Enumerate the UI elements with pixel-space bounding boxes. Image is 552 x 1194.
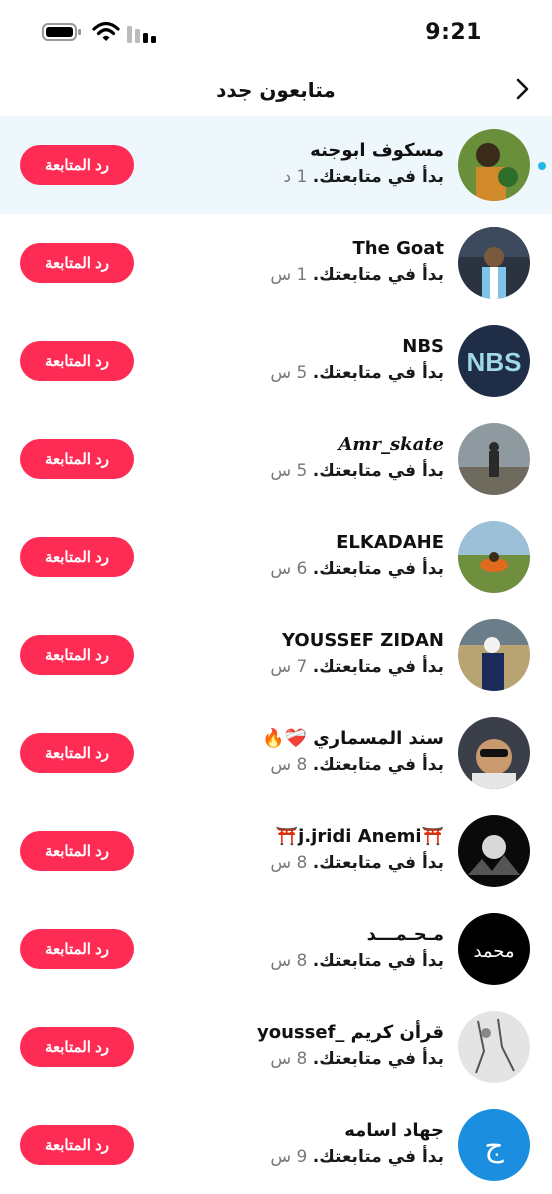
avatar-text: محمد — [473, 941, 514, 962]
follow-back-button[interactable]: رد المتابعة — [20, 635, 134, 675]
status-bar: 9:21 — [0, 0, 552, 64]
avatar[interactable]: ج — [458, 1109, 530, 1181]
status-time: 9:21 — [425, 20, 482, 45]
follow-action-text: بدأ في متابعتك. — [312, 951, 444, 971]
follower-row[interactable]: The Goat بدأ في متابعتك. 1 س رد المتابعة — [0, 214, 552, 312]
followers-list: مسكوف ابوجنه بدأ في متابعتك. 1 د رد المت… — [0, 116, 552, 1194]
avatar[interactable] — [458, 227, 530, 299]
avatar[interactable] — [458, 423, 530, 495]
follower-row[interactable]: سند المسماري ❤️‍🩹🔥 بدأ في متابعتك. 8 س ر… — [0, 704, 552, 802]
follower-row[interactable]: قرأن كريم _youssef بدأ في متابعتك. 8 س ر… — [0, 998, 552, 1096]
follower-name[interactable]: قرأن كريم _youssef — [144, 1022, 444, 1043]
timestamp: 5 س — [270, 363, 308, 383]
avatar[interactable]: NBS — [458, 325, 530, 397]
follower-row[interactable]: ELKADAHE بدأ في متابعتك. 6 س رد المتابعة — [0, 508, 552, 606]
timestamp: 8 س — [270, 853, 308, 873]
timestamp: 1 د — [283, 167, 308, 187]
follow-back-button[interactable]: رد المتابعة — [20, 145, 134, 185]
timestamp: 8 س — [270, 1049, 308, 1069]
follow-action-text: بدأ في متابعتك. — [312, 755, 444, 775]
timestamp: 8 س — [270, 755, 308, 775]
follow-back-button[interactable]: رد المتابعة — [20, 1125, 134, 1165]
avatar[interactable] — [458, 717, 530, 789]
back-chevron-icon[interactable] — [510, 76, 536, 102]
follow-action-text: بدأ في متابعتك. — [312, 559, 444, 579]
follow-back-button[interactable]: رد المتابعة — [20, 243, 134, 283]
follow-back-button[interactable]: رد المتابعة — [20, 929, 134, 969]
follower-row[interactable]: YOUSSEF ZIDAN بدأ في متابعتك. 7 س رد الم… — [0, 606, 552, 704]
follow-action-text: بدأ في متابعتك. — [312, 461, 444, 481]
cellular-signal-icon — [127, 26, 156, 43]
follower-name[interactable]: NBS — [144, 336, 444, 357]
avatar-text: NBS — [467, 347, 522, 377]
avatar-text: ج — [484, 1129, 504, 1164]
timestamp: 5 س — [270, 461, 308, 481]
follower-row[interactable]: 𝑨𝒎𝒓_𝒔𝒌𝒂𝒕𝒆 بدأ في متابعتك. 5 س رد المتابع… — [0, 410, 552, 508]
follower-name[interactable]: 𝑨𝒎𝒓_𝒔𝒌𝒂𝒕𝒆 — [144, 434, 444, 455]
follow-action-text: بدأ في متابعتك. — [312, 265, 444, 285]
follower-row[interactable]: ⛩️j.jridi Anemi⛩️ بدأ في متابعتك. 8 س رد… — [0, 802, 552, 900]
follow-back-button[interactable]: رد المتابعة — [20, 439, 134, 479]
follow-back-button[interactable]: رد المتابعة — [20, 341, 134, 381]
follower-row[interactable]: NBS NBS بدأ في متابعتك. 5 س رد المتابعة — [0, 312, 552, 410]
timestamp: 7 س — [270, 657, 308, 677]
timestamp: 8 س — [270, 951, 308, 971]
follow-action-text: بدأ في متابعتك. — [312, 1147, 444, 1167]
follow-action-text: بدأ في متابعتك. — [312, 167, 444, 187]
avatar[interactable] — [458, 521, 530, 593]
follow-action-text: بدأ في متابعتك. — [312, 657, 444, 677]
timestamp: 9 س — [270, 1147, 308, 1167]
follower-name[interactable]: ⛩️j.jridi Anemi⛩️ — [144, 826, 444, 847]
timestamp: 6 س — [270, 559, 308, 579]
follower-row[interactable]: مسكوف ابوجنه بدأ في متابعتك. 1 د رد المت… — [0, 116, 552, 214]
avatar[interactable] — [458, 619, 530, 691]
follow-back-button[interactable]: رد المتابعة — [20, 1027, 134, 1067]
timestamp: 1 س — [270, 265, 308, 285]
header: متابعون جدد — [0, 64, 552, 116]
follower-name[interactable]: مـحـمـــد — [144, 924, 444, 945]
battery-icon — [42, 23, 81, 41]
follow-action-text: بدأ في متابعتك. — [312, 853, 444, 873]
page-title: متابعون جدد — [216, 78, 336, 102]
unread-dot — [538, 162, 546, 170]
follow-back-button[interactable]: رد المتابعة — [20, 733, 134, 773]
follower-name[interactable]: ELKADAHE — [144, 532, 444, 553]
follower-name[interactable]: The Goat — [144, 238, 444, 259]
follower-name[interactable]: مسكوف ابوجنه — [144, 140, 444, 161]
avatar[interactable] — [458, 129, 530, 201]
wifi-icon — [92, 21, 120, 41]
follow-back-button[interactable]: رد المتابعة — [20, 831, 134, 871]
follower-name[interactable]: جهاد اسامه — [144, 1120, 444, 1141]
avatar[interactable] — [458, 1011, 530, 1083]
follower-row[interactable]: محمد مـحـمـــد بدأ في متابعتك. 8 س رد ال… — [0, 900, 552, 998]
follow-action-text: بدأ في متابعتك. — [312, 363, 444, 383]
follower-name[interactable]: سند المسماري ❤️‍🩹🔥 — [144, 728, 444, 749]
avatar[interactable]: محمد — [458, 913, 530, 985]
follow-action-text: بدأ في متابعتك. — [312, 1049, 444, 1069]
follower-name[interactable]: YOUSSEF ZIDAN — [144, 630, 444, 651]
avatar[interactable] — [458, 815, 530, 887]
follower-row[interactable]: ج جهاد اسامه بدأ في متابعتك. 9 س رد المت… — [0, 1096, 552, 1194]
follow-back-button[interactable]: رد المتابعة — [20, 537, 134, 577]
